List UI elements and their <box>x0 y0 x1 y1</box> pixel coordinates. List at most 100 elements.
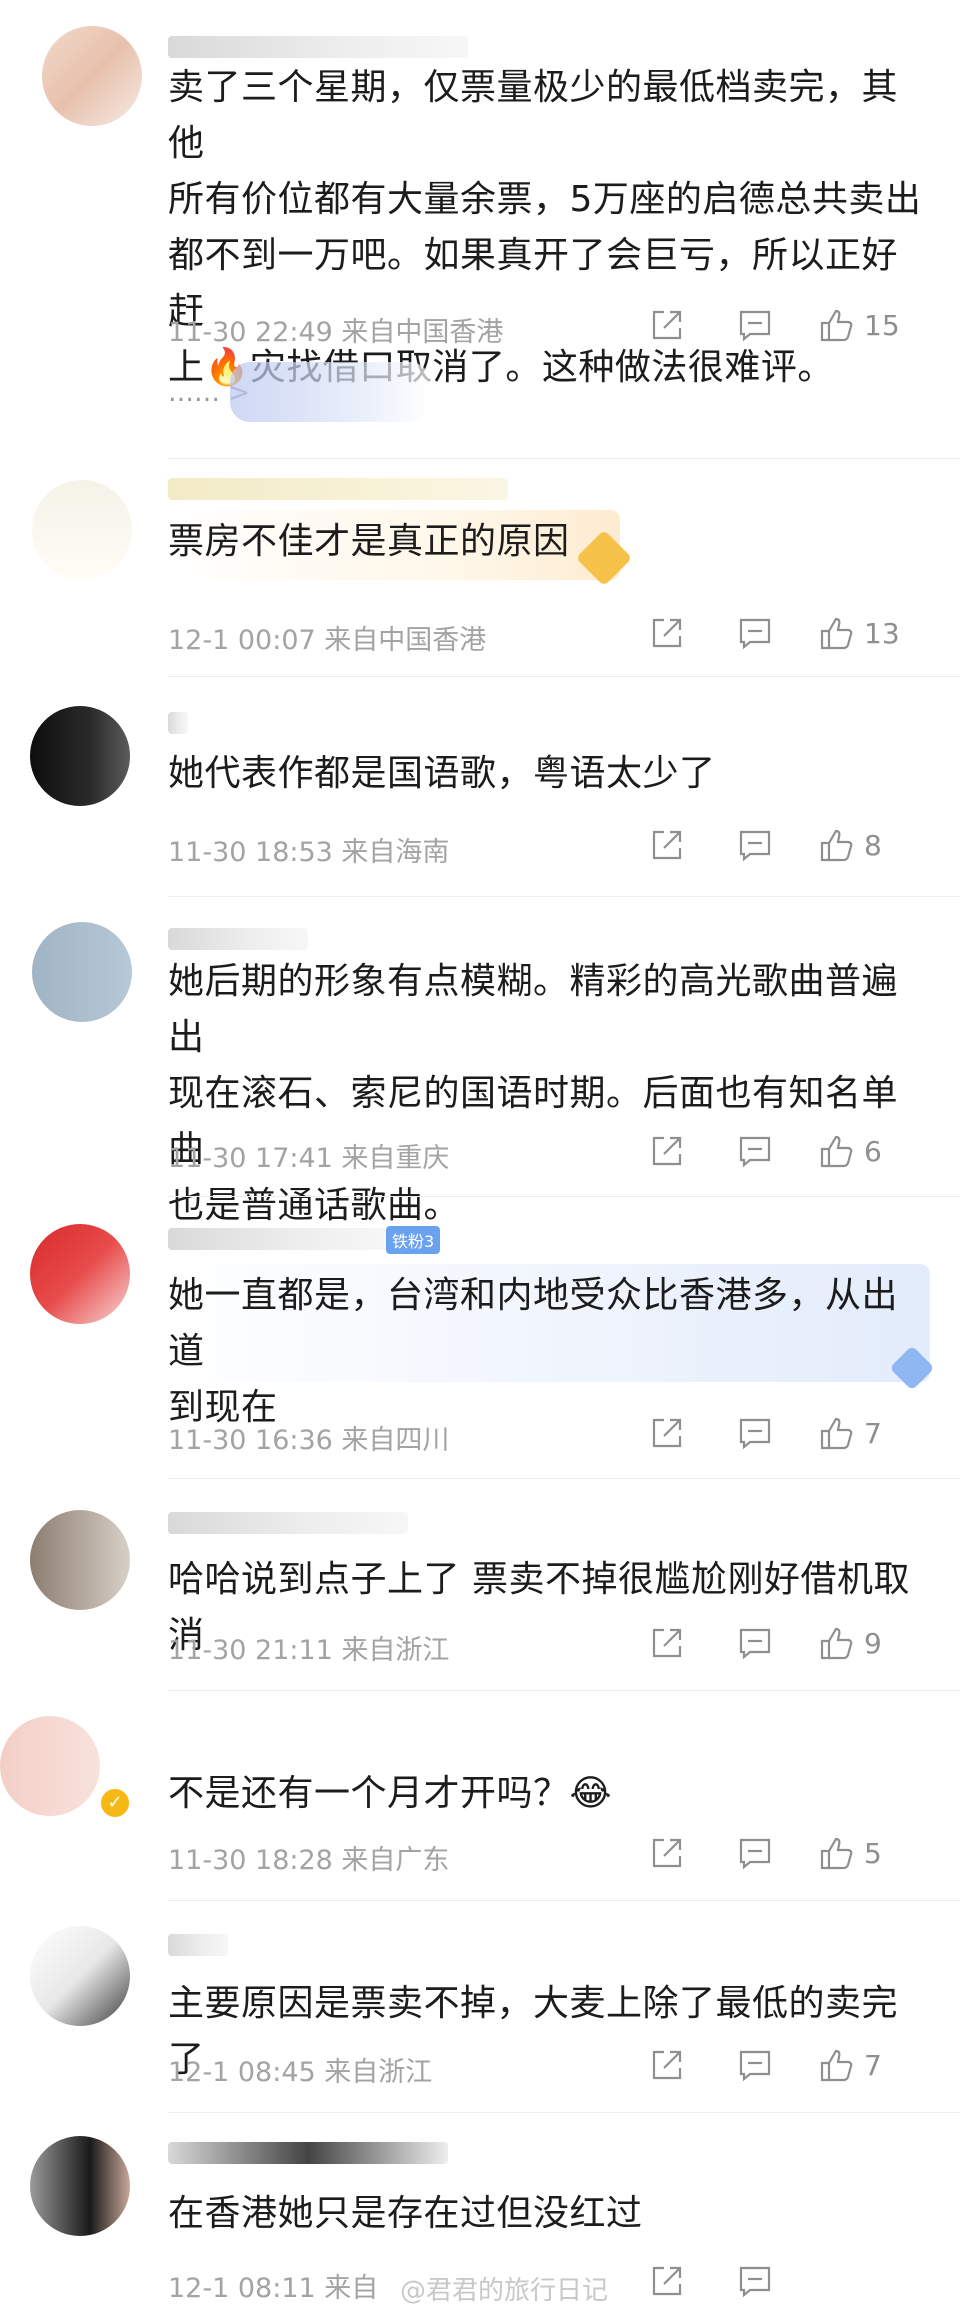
divider <box>168 1690 960 1691</box>
avatar[interactable] <box>30 1224 130 1324</box>
share-button[interactable] <box>648 614 686 652</box>
fan-level-badge: 铁粉3 <box>386 1226 441 1254</box>
avatar[interactable] <box>32 480 132 580</box>
username-blurred[interactable] <box>168 1512 408 1534</box>
share-button[interactable] <box>648 1414 686 1452</box>
comment-time: 11-30 22:49 来自中国香港 <box>168 317 504 348</box>
share-button[interactable] <box>648 826 686 864</box>
comment-time: 11-30 21:11 来自浙江 <box>168 1635 450 1666</box>
divider <box>168 1478 960 1479</box>
share-icon <box>652 1628 682 1658</box>
comment-actions: 9 <box>628 1624 928 1664</box>
comment-button[interactable] <box>736 2262 774 2300</box>
username-blurred[interactable] <box>168 1228 388 1250</box>
thumbs-up-icon <box>820 1627 853 1660</box>
verified-badge-icon: ✓ <box>98 1786 132 1820</box>
avatar[interactable] <box>30 2136 130 2236</box>
comment-text: 票房不佳才是真正的原因 <box>168 521 570 562</box>
comment-icon <box>739 618 771 650</box>
comment-button[interactable] <box>736 306 774 344</box>
share-button[interactable] <box>648 1132 686 1170</box>
avatar[interactable] <box>30 706 130 806</box>
comment-meta: 11-30 17:41 来自重庆 6 <box>168 1132 928 1175</box>
comment-actions: 13 <box>628 614 928 654</box>
comment-feed: 卖了三个星期，仅票量极少的最低档卖完，其他 所有价位都有大量余票，5万座的启德总… <box>0 0 960 2310</box>
comment-meta: 11-30 18:53 来自海南 8 <box>168 826 928 869</box>
comment-time: 12-1 08:11 来自 <box>168 2273 379 2304</box>
like-count: 15 <box>864 308 900 342</box>
comment-meta: 12-1 00:07 来自中国香港 13 <box>168 614 928 657</box>
comment-button[interactable] <box>736 2046 774 2084</box>
share-button[interactable] <box>648 1624 686 1662</box>
comment-actions: 7 <box>628 1414 928 1454</box>
comment-time: 11-30 17:41 来自重庆 <box>168 1143 450 1174</box>
comment-button[interactable] <box>736 1132 774 1170</box>
comment-icon <box>739 830 771 862</box>
comment-button[interactable] <box>736 1834 774 1872</box>
comment-icon <box>739 2266 771 2298</box>
like-button[interactable]: 9 <box>818 1624 882 1662</box>
thumbs-up-icon <box>820 617 853 650</box>
comment-icon <box>739 2050 771 2082</box>
share-button[interactable] <box>648 2046 686 2084</box>
comment-text-line: 她后期的形象有点模糊。精彩的高光歌曲普遍出 <box>168 961 899 1058</box>
divider <box>168 896 960 897</box>
comment-button[interactable] <box>736 1624 774 1662</box>
username-blurred[interactable] <box>168 712 188 734</box>
username-blurred[interactable] <box>168 1934 228 1956</box>
share-button[interactable] <box>648 306 686 344</box>
share-icon <box>652 618 682 648</box>
comment-time: 12-1 08:45 来自浙江 <box>168 2057 433 2088</box>
avatar[interactable] <box>42 26 142 126</box>
avatar[interactable] <box>30 1926 130 2026</box>
comment-actions: 8 <box>628 826 928 866</box>
comment-text: 她代表作都是国语歌，粤语太少了 <box>168 753 716 794</box>
thumbs-up-icon <box>820 829 853 862</box>
like-button[interactable]: 6 <box>818 1132 882 1170</box>
comment-time: 11-30 18:28 来自广东 <box>168 1845 450 1876</box>
share-button[interactable] <box>648 2262 686 2300</box>
comment-button[interactable] <box>736 1414 774 1452</box>
comment-text-line: 卖了三个星期，仅票量极少的最低档卖完，其他 <box>168 67 899 164</box>
comment-meta: 11-30 16:36 来自四川 7 <box>168 1414 928 1457</box>
comment-actions: 6 <box>628 1132 928 1172</box>
comment-icon <box>739 310 771 342</box>
comment-button[interactable] <box>736 614 774 652</box>
like-count: 5 <box>864 1836 882 1870</box>
share-icon <box>652 2050 682 2080</box>
like-button[interactable]: 7 <box>818 2046 882 2084</box>
watermark: @君君的旅行日记 <box>400 2276 609 2306</box>
comment-button[interactable] <box>736 826 774 864</box>
avatar[interactable] <box>30 1510 130 1610</box>
like-count: 13 <box>864 616 900 650</box>
like-button[interactable]: 7 <box>818 1414 882 1452</box>
username-blurred[interactable] <box>168 2142 448 2164</box>
like-button[interactable]: 15 <box>818 306 900 344</box>
comment-icon <box>739 1838 771 1870</box>
share-icon <box>652 1136 682 1166</box>
divider <box>168 676 960 677</box>
username-blurred[interactable] <box>168 36 468 58</box>
comment-text: 在香港她只是存在过但没红过 <box>168 2193 643 2234</box>
like-button[interactable]: 5 <box>818 1834 882 1872</box>
like-button[interactable]: 8 <box>818 826 882 864</box>
comment-text: 她一直都是，台湾和内地受众比香港多，从出道 到现在 <box>168 1268 928 1436</box>
avatar[interactable] <box>32 922 132 1022</box>
username-blurred[interactable] <box>168 478 508 500</box>
like-count: 7 <box>864 2048 882 2082</box>
username-blurred[interactable] <box>168 928 308 950</box>
comment-meta: 12-1 08:45 来自浙江 7 <box>168 2046 928 2089</box>
thumbs-up-icon <box>820 1837 853 1870</box>
comment-text-line: 也是普通话歌曲。 <box>168 1185 461 1226</box>
divider <box>168 1900 960 1901</box>
comment-icon <box>739 1136 771 1168</box>
thumbs-up-icon <box>820 309 853 342</box>
share-button[interactable] <box>648 1834 686 1872</box>
like-button[interactable]: 13 <box>818 614 900 652</box>
divider <box>168 2112 960 2113</box>
comment-text: 她后期的形象有点模糊。精彩的高光歌曲普遍出 现在滚石、索尼的国语时期。后面也有知… <box>168 954 928 1234</box>
replies-avatars-blurred[interactable] <box>230 362 430 422</box>
avatar[interactable] <box>0 1716 100 1816</box>
comment-meta: 11-30 18:28 来自广东 5 <box>168 1834 928 1877</box>
like-count: 9 <box>864 1626 882 1660</box>
